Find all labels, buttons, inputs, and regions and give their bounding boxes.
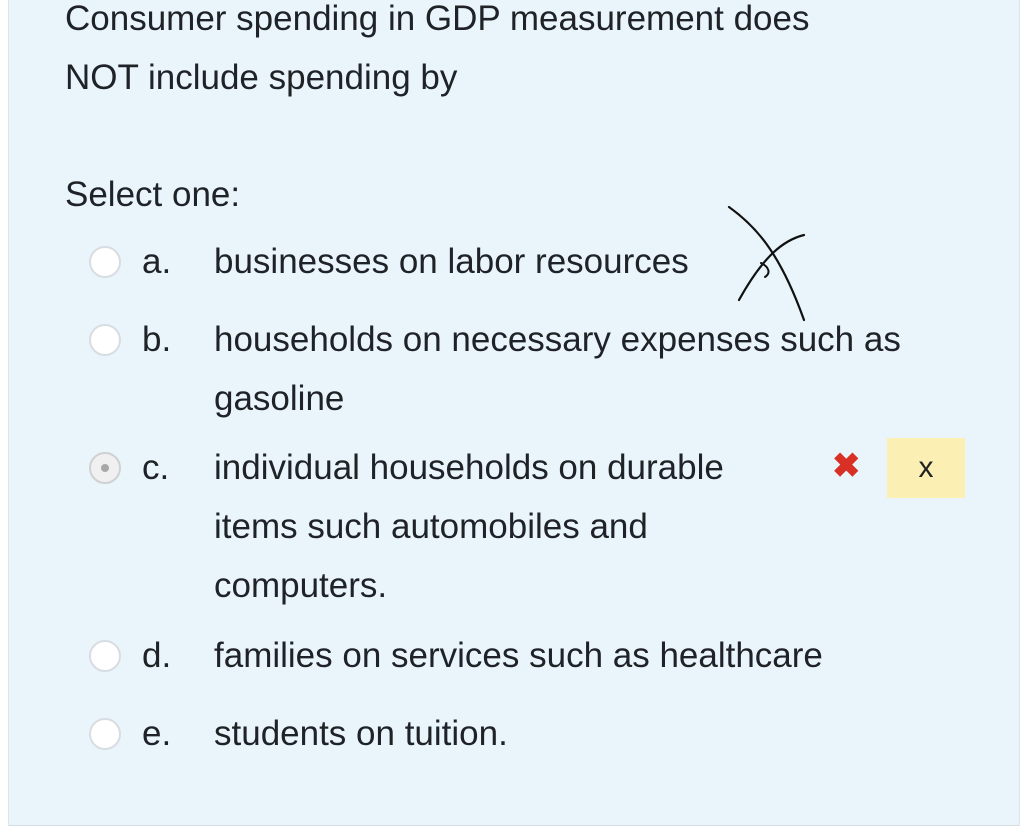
- cross-icon: ✖: [832, 447, 861, 485]
- radio-option-d[interactable]: [89, 640, 121, 672]
- option-c-letter: c.: [142, 448, 170, 487]
- question-line-2: NOT include spending by: [65, 58, 458, 97]
- option-e-text: students on tuition.: [214, 714, 508, 753]
- question-text: Consumer spending in GDP measurement doe…: [65, 0, 965, 107]
- radio-option-e[interactable]: [89, 718, 121, 750]
- option-c-text: individual households on durable items s…: [214, 448, 724, 605]
- question-panel: Consumer spending in GDP measurement doe…: [8, 0, 1020, 826]
- select-one-prompt: Select one:: [65, 175, 241, 214]
- option-a-text: businesses on labor resources: [214, 242, 689, 281]
- question-line-1: Consumer spending in GDP measurement doe…: [65, 0, 810, 38]
- option-d-letter: d.: [142, 636, 172, 675]
- option-b-text: households on necessary expenses such as…: [214, 320, 901, 418]
- option-a-letter: a.: [142, 242, 172, 281]
- radio-option-c[interactable]: [89, 452, 121, 484]
- feedback-box: x: [887, 438, 965, 498]
- option-b-letter: b.: [142, 320, 172, 359]
- radio-option-a[interactable]: [89, 246, 121, 278]
- radio-option-b[interactable]: [89, 324, 121, 356]
- radio-selected-dot: [101, 464, 109, 472]
- option-d-text: families on services such as healthcare: [214, 636, 823, 675]
- option-e-letter: e.: [142, 714, 172, 753]
